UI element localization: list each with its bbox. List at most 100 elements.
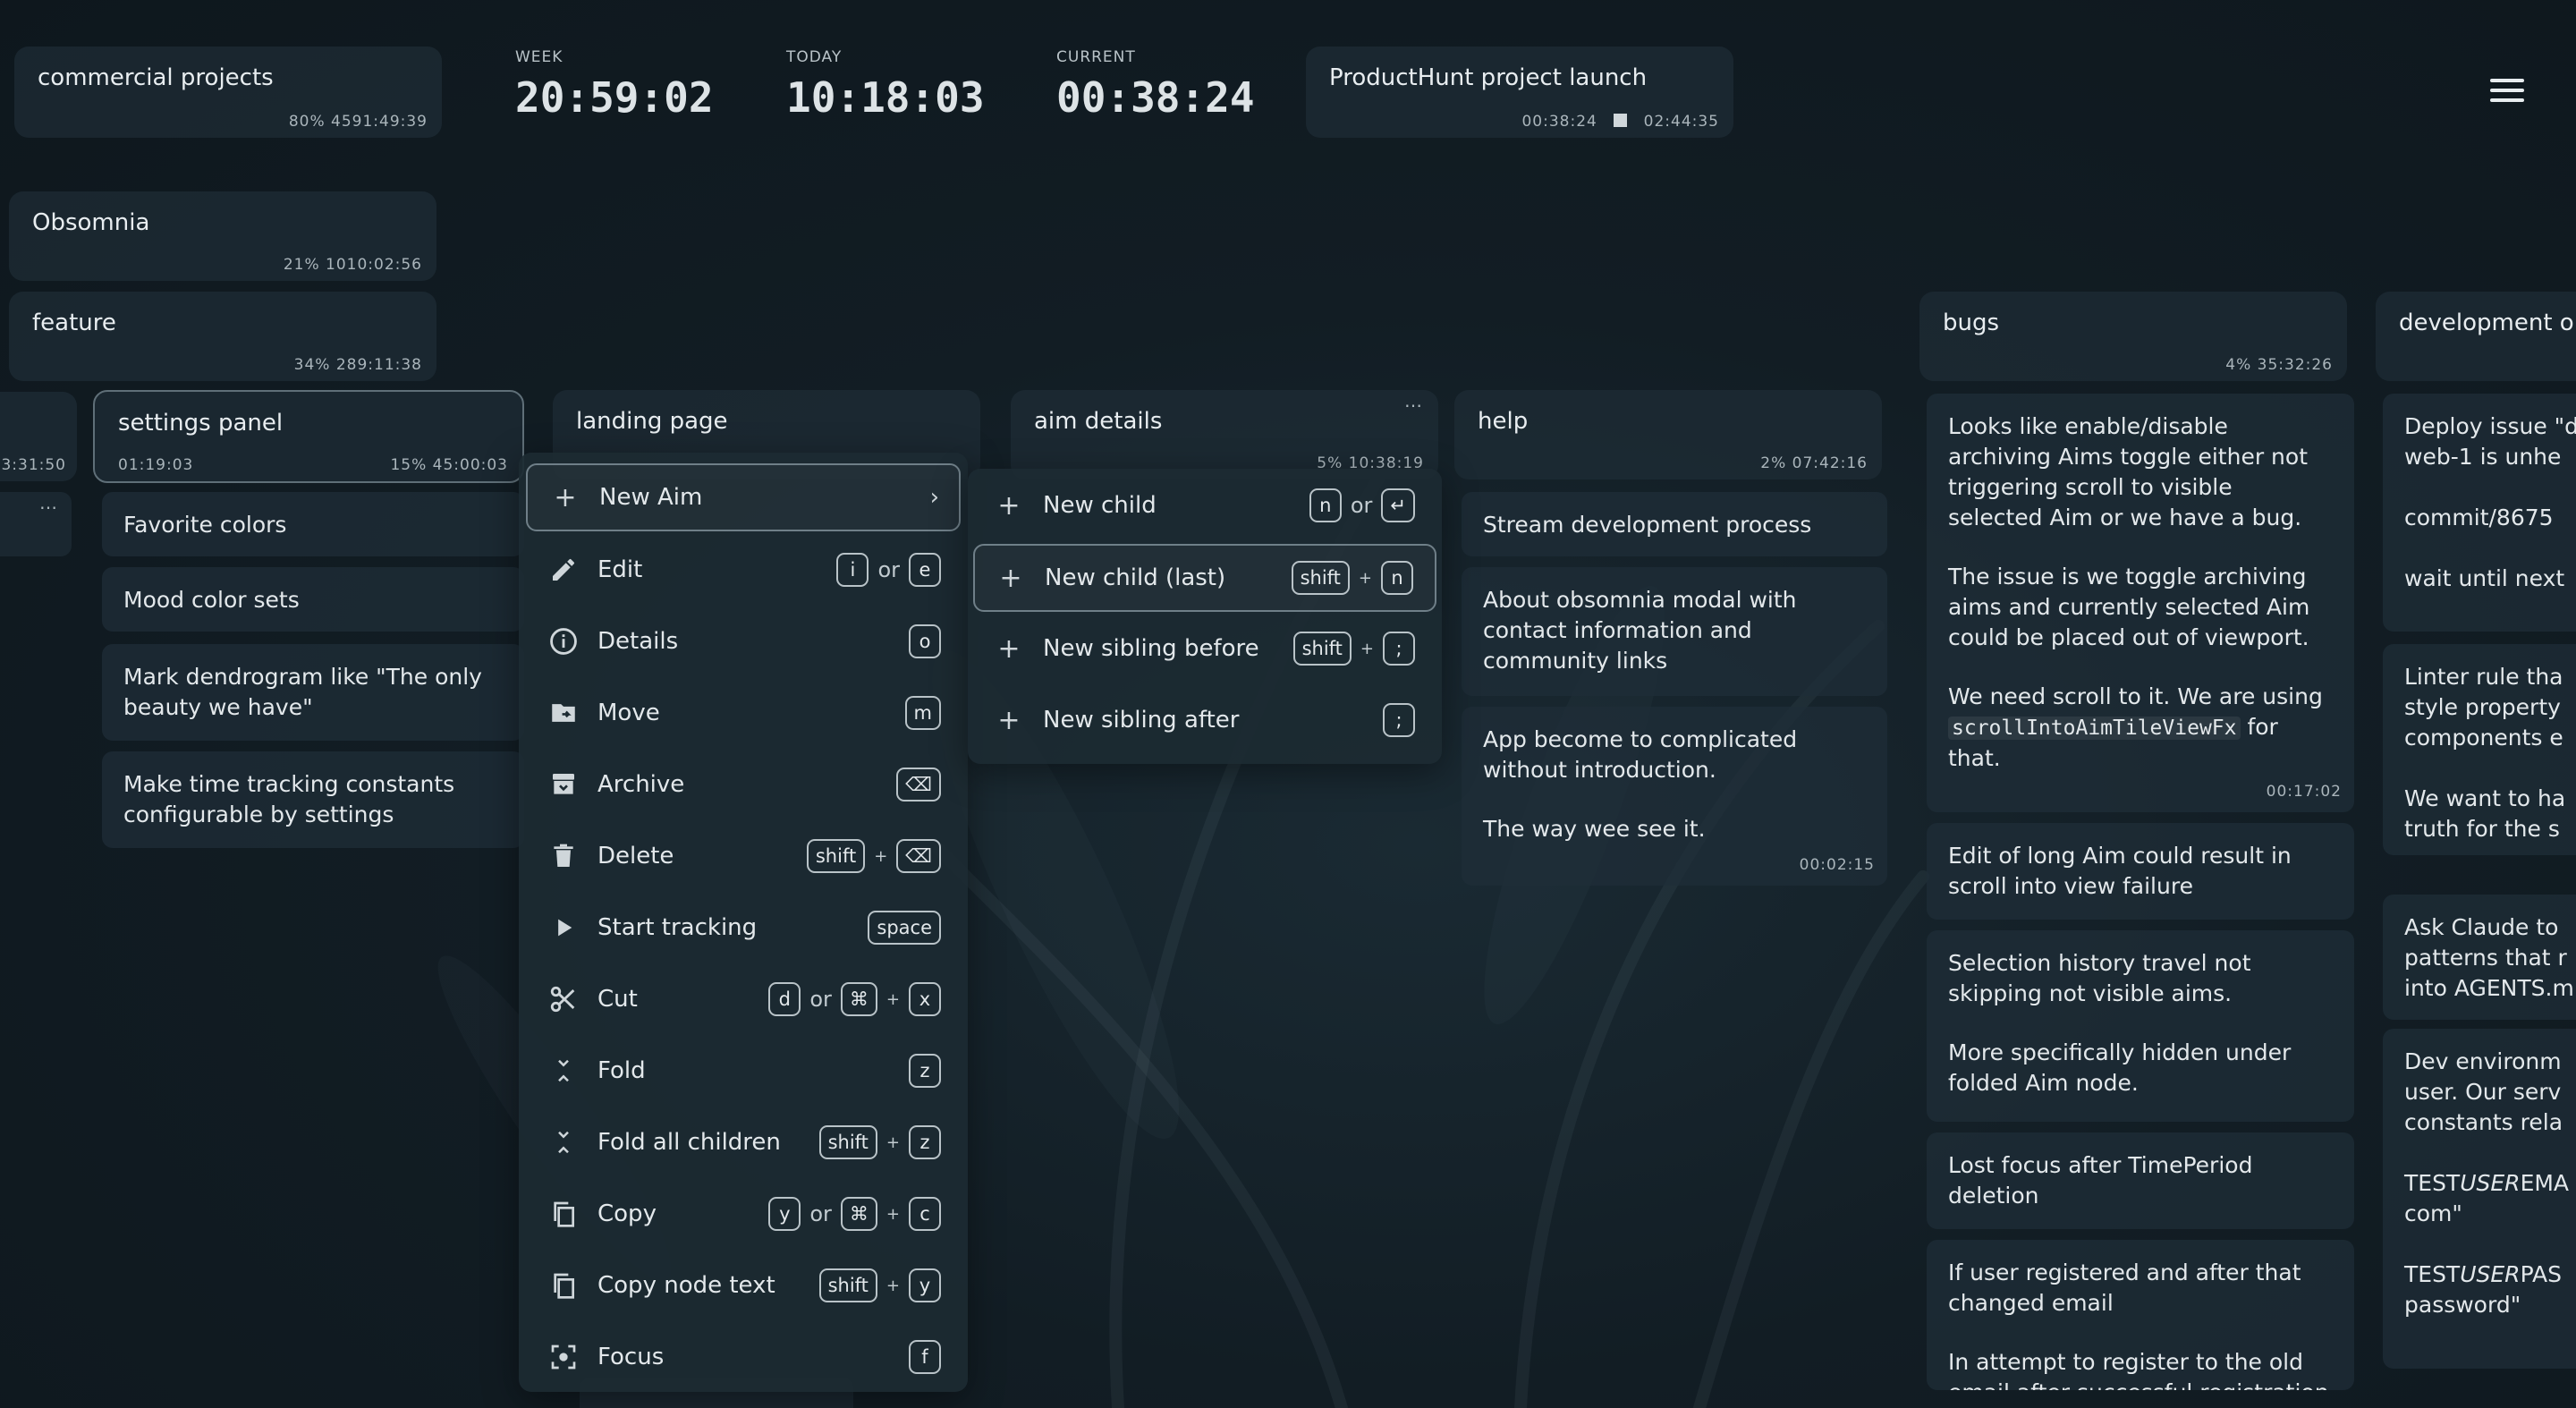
menu-item-fold[interactable]: Fold z [519,1039,968,1102]
submenu-item-new-child[interactable]: + New child n or ↵ [968,474,1442,537]
list-item[interactable]: Looks like enable/disable archiving Aims… [1927,394,2354,812]
scissors-icon [546,981,581,1017]
menu-item-move[interactable]: Move m [519,682,968,744]
stop-icon[interactable] [1614,114,1628,127]
aim-title: aim details [1034,408,1163,435]
menu-item-archive[interactable]: Archive ⌫ [519,753,968,816]
week-stat: WEEK 20:59:02 [515,48,714,122]
menu-item-label: Focus [597,1344,665,1370]
submenu-item-new-child-last[interactable]: + New child (last) shift + n [973,544,1436,612]
aim-time: 3:31:50 [1,456,66,474]
menu-item-cut[interactable]: Cut d or ⌘ + x [519,968,968,1031]
menu-item-details[interactable]: Details o [519,610,968,673]
list-item[interactable]: Lost focus after TimePeriod deletion [1927,1132,2354,1229]
project-progress: 80% 4591:49:39 [288,113,428,131]
plus-icon: + [997,632,1021,665]
menu-item-label: New sibling before [1043,635,1259,662]
aim-start-time: 01:19:03 [118,456,194,474]
aim-progress: 2% 07:42:16 [1760,454,1868,472]
aim-progress: 34% 289:11:38 [293,356,422,374]
aim-obsomnia[interactable]: Obsomnia 21% 1010:02:56 [9,191,436,281]
menu-item-label: Edit [597,556,643,583]
aim-clipped-left[interactable]: 3:31:50 [0,392,77,481]
pencil-icon [546,552,581,588]
aim-progress: 15% 45:00:03 [390,456,508,474]
fold-icon [546,1053,581,1089]
list-item[interactable]: About obsomnia modal with contact inform… [1462,567,1887,696]
aim-help[interactable]: help 2% 07:42:16 [1454,390,1882,479]
menu-item-label: New Aim [599,484,703,511]
aim-clipped-left-child[interactable]: … [0,492,72,556]
menu-item-label: New child (last) [1045,564,1226,591]
list-item[interactable]: Mood color sets [102,567,524,632]
menu-item-focus[interactable]: Focus f [519,1326,968,1388]
tracking-card[interactable]: ProductHunt project launch 00:38:24 02:4… [1306,47,1733,138]
hamburger-menu-icon[interactable] [2490,79,2524,108]
menu-item-start-tracking[interactable]: Start tracking space [519,896,968,959]
aim-title: landing page [576,408,728,435]
context-menu: + New Aim › Edit i or e Details o Move m A… [519,453,968,1392]
aim-title: feature [32,310,116,336]
aim-development[interactable]: development o [2376,292,2576,381]
current-stat: CURRENT 00:38:24 [1056,48,1255,122]
tracking-title: ProductHunt project launch [1329,64,1648,91]
list-item[interactable]: Ask Claude to patterns that r into AGENTS.… [2383,895,2576,1020]
fold-all-icon [546,1124,581,1160]
trash-icon [546,838,581,874]
aim-feature[interactable]: feature 34% 289:11:38 [9,292,436,381]
item-time: 00:17:02 [2266,783,2342,801]
project-title: commercial projects [38,64,274,91]
menu-item-label: Fold [597,1057,646,1084]
submenu-item-new-sibling-after[interactable]: + New sibling after ; [968,689,1442,751]
menu-item-label: Copy [597,1200,657,1227]
aim-progress: 4% 35:32:26 [2225,356,2333,374]
ellipsis: … [1404,390,1422,411]
ellipsis: … [39,492,57,513]
aim-progress: 21% 1010:02:56 [283,256,422,274]
focus-icon [546,1339,581,1375]
folder-move-icon [546,695,581,731]
list-item[interactable]: Linter rule tha style property components … [2383,644,2576,855]
list-item[interactable]: Deploy issue "d web-1 is unhe commit/8675… [2383,394,2576,632]
copy-text-icon [546,1268,581,1303]
menu-item-label: Delete [597,843,674,869]
menu-item-copy[interactable]: Copy y or ⌘ + c [519,1183,968,1245]
menu-item-edit[interactable]: Edit i or e [519,539,968,601]
menu-item-label: Details [597,628,679,655]
list-item[interactable]: Stream development process [1462,492,1887,556]
info-icon [546,623,581,659]
menu-item-label: Start tracking [597,914,758,941]
menu-item-label: Archive [597,771,685,798]
list-item[interactable]: Edit of long Aim could result in scroll … [1927,823,2354,920]
menu-item-copy-node-text[interactable]: Copy node text shift + y [519,1254,968,1317]
list-item[interactable]: Selection history travel not skipping no… [1927,930,2354,1122]
current-project-card[interactable]: commercial projects 80% 4591:49:39 [14,47,442,138]
aim-settings-panel[interactable]: settings panel 01:19:03 15% 45:00:03 [93,390,524,483]
aim-title: bugs [1943,310,2000,336]
plus-icon: + [999,562,1022,594]
menu-item-label: New sibling after [1043,707,1240,734]
menu-item-label: Copy node text [597,1272,775,1299]
list-item[interactable]: If user registered and after that change… [1927,1240,2354,1390]
aim-details[interactable]: aim details … 5% 10:38:19 [1011,390,1438,479]
aim-title: development o [2399,310,2574,336]
copy-icon [546,1196,581,1232]
list-item[interactable]: App become to complicated without introd… [1462,707,1887,886]
list-item[interactable]: Make time tracking constants configurabl… [102,751,524,848]
play-icon [546,910,581,946]
menu-item-delete[interactable]: Delete shift + ⌫ [519,825,968,887]
list-item[interactable]: Mark dendrogram like "The only beauty we… [102,644,524,741]
list-item[interactable]: Dev environm user. Our serv constants rela… [2383,1029,2576,1369]
archive-icon [546,767,581,802]
plus-icon: + [997,704,1021,736]
menu-item-label: Move [597,700,660,726]
item-time: 00:02:15 [1799,856,1875,874]
aim-title: Obsomnia [32,209,150,236]
menu-item-fold-all-children[interactable]: Fold all children shift + z [519,1111,968,1174]
menu-item-label: New child [1043,492,1157,519]
tracking-times: 00:38:24 02:44:35 [1521,113,1719,131]
aim-bugs[interactable]: bugs 4% 35:32:26 [1919,292,2347,381]
menu-item-new-aim[interactable]: + New Aim › [526,463,961,531]
submenu-item-new-sibling-before[interactable]: + New sibling before shift +; [968,617,1442,680]
list-item[interactable]: Favorite colors [102,492,524,556]
